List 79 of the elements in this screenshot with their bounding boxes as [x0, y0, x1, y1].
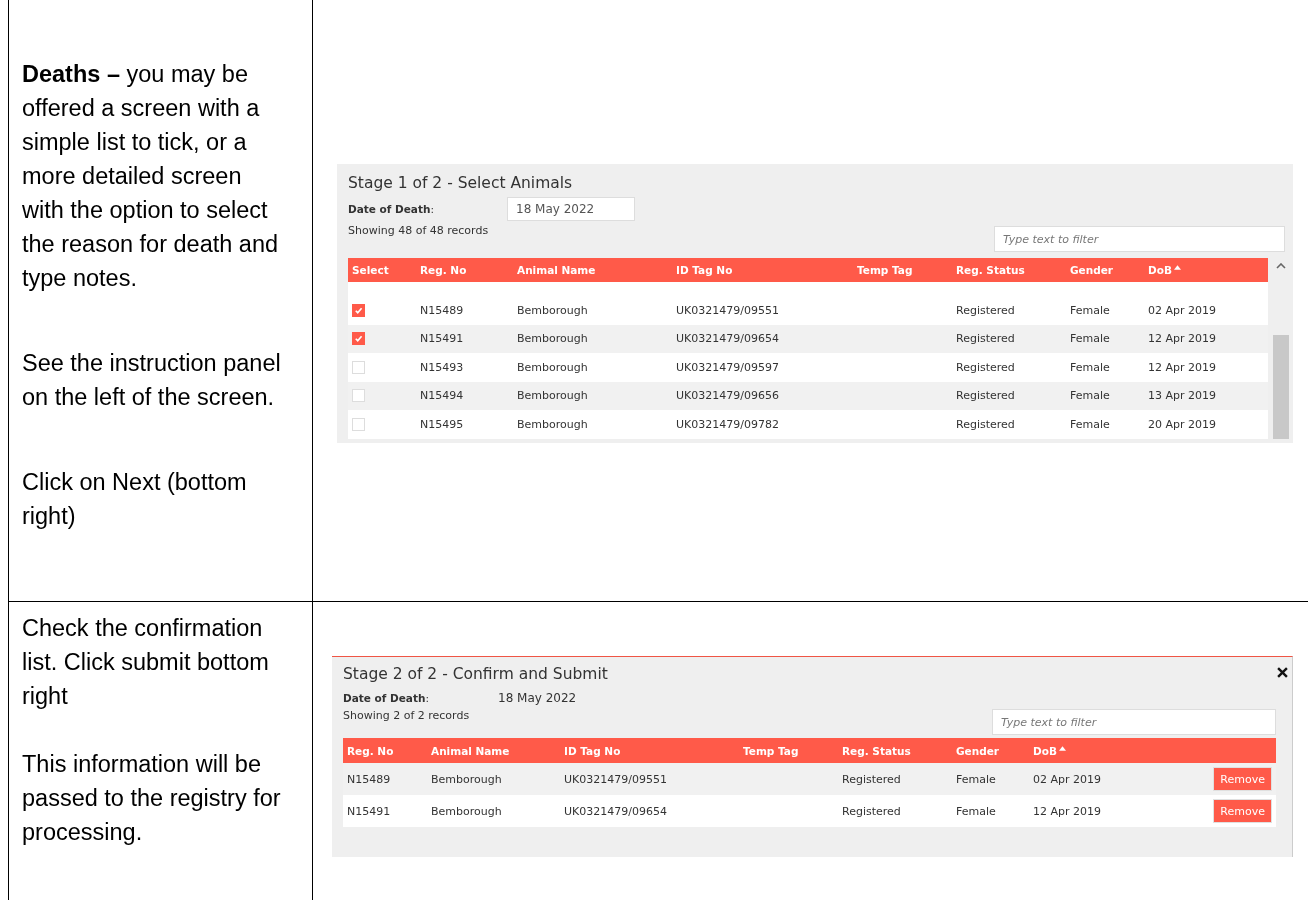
table-cell: UK0321479/09654 [564, 804, 667, 818]
table-cell: 02 Apr 2019 [1033, 772, 1101, 786]
table-cell: Registered [956, 303, 1015, 317]
table-cell: N15494 [420, 389, 464, 403]
table-cell: N15495 [420, 417, 464, 431]
table-cell: Bemborough [517, 417, 588, 431]
column-header[interactable]: Reg. Status [842, 744, 956, 757]
table-cell: 12 Apr 2019 [1033, 804, 1101, 818]
date-value: 18 May 2022 [498, 691, 577, 705]
filter-field[interactable]: Type text to filter [994, 226, 1285, 252]
column-header[interactable]: Reg. No [347, 744, 431, 757]
column-header[interactable]: Gender [1070, 264, 1148, 276]
column-header[interactable]: DoB [1148, 264, 1268, 276]
column-header[interactable]: Temp Tag [743, 744, 842, 757]
table-cell: 02 Apr 2019 [1148, 303, 1216, 317]
column-header[interactable]: Animal Name [431, 744, 564, 757]
table-cell: Registered [842, 772, 901, 786]
table-cell: Bemborough [517, 389, 588, 403]
date-field[interactable]: 18 May 2022 [507, 197, 635, 221]
column-header[interactable]: Animal Name [517, 264, 676, 276]
row-checkbox[interactable] [352, 303, 365, 317]
table-cell: 13 Apr 2019 [1148, 389, 1216, 403]
column-header[interactable]: Select [352, 264, 420, 276]
table-cell: 12 Apr 2019 [1148, 360, 1216, 374]
table-cell: Bemborough [431, 772, 502, 786]
table-cell: Registered [956, 332, 1015, 346]
column-header[interactable]: Gender [956, 744, 1033, 757]
stage-title: Stage 2 of 2 - Confirm and Submit [343, 665, 608, 683]
table-cell: UK0321479/09782 [676, 417, 779, 431]
table-cell: Female [956, 804, 996, 818]
column-header[interactable]: Temp Tag [857, 264, 956, 276]
column-header[interactable]: DoB [1033, 744, 1206, 757]
remove-button[interactable]: Remove [1213, 767, 1272, 791]
filter-field[interactable]: Type text to filter [992, 709, 1276, 735]
table-cell: N15491 [347, 804, 391, 818]
instruction-text: Click on Next (bottom right) [22, 468, 248, 531]
column-header[interactable]: ID Tag No [676, 264, 857, 276]
records-count: Showing 48 of 48 records [348, 224, 489, 237]
table-cell: Female [1070, 417, 1110, 431]
instruction-text: Check the confirmation list. Click submit bottom right [22, 614, 270, 711]
table-cell: Female [956, 772, 996, 786]
table-cell: UK0321479/09654 [676, 332, 779, 346]
table-cell: N15489 [347, 772, 391, 786]
scroll-up-icon[interactable] [1275, 263, 1286, 269]
table-cell: N15489 [420, 303, 464, 317]
table-cell: Bemborough [431, 804, 502, 818]
remove-button[interactable]: Remove [1213, 799, 1272, 823]
table-cell: N15491 [420, 332, 464, 346]
table-cell: UK0321479/09551 [564, 772, 667, 786]
table-cell: Female [1070, 389, 1110, 403]
table-cell: Registered [842, 804, 901, 818]
instruction-text: Deaths – you may be offered a screen with a simple list to tick, or a more detailed screen with the option to select the reason for death and type notes. [22, 60, 280, 293]
table-cell: 20 Apr 2019 [1148, 417, 1216, 431]
table-cell: 12 Apr 2019 [1148, 332, 1216, 346]
column-header[interactable]: Reg. Status [956, 264, 1070, 276]
column-header[interactable]: Reg. No [420, 264, 517, 276]
table-cell: UK0321479/09551 [676, 303, 779, 317]
table-cell: Female [1070, 360, 1110, 374]
date-label: Date of Death: [343, 692, 430, 704]
table-cell: Female [1070, 303, 1110, 317]
date-label: Date of Death: [348, 203, 435, 215]
table-cell: Bemborough [517, 303, 588, 317]
column-header[interactable]: ID Tag No [564, 744, 743, 757]
table-cell: Registered [956, 417, 1015, 431]
records-count: Showing 2 of 2 records [343, 709, 470, 722]
table-cell: Registered [956, 360, 1015, 374]
table-cell: Bemborough [517, 360, 588, 374]
table-cell: Female [1070, 332, 1110, 346]
table-cell: Bemborough [517, 332, 588, 346]
check-icon [353, 333, 364, 345]
table-cell: Registered [956, 389, 1015, 403]
instruction-text: This information will be passed to the registry for processing. [22, 750, 282, 847]
close-icon[interactable] [1277, 667, 1288, 678]
table-cell: UK0321479/09597 [676, 360, 779, 374]
stage-title: Stage 1 of 2 - Select Animals [348, 174, 573, 192]
row-checkbox[interactable] [352, 332, 365, 346]
table-cell: N15493 [420, 360, 464, 374]
instruction-text: See the instruction panel on the left of the screen. [22, 349, 282, 412]
table-cell: UK0321479/09656 [676, 389, 779, 403]
